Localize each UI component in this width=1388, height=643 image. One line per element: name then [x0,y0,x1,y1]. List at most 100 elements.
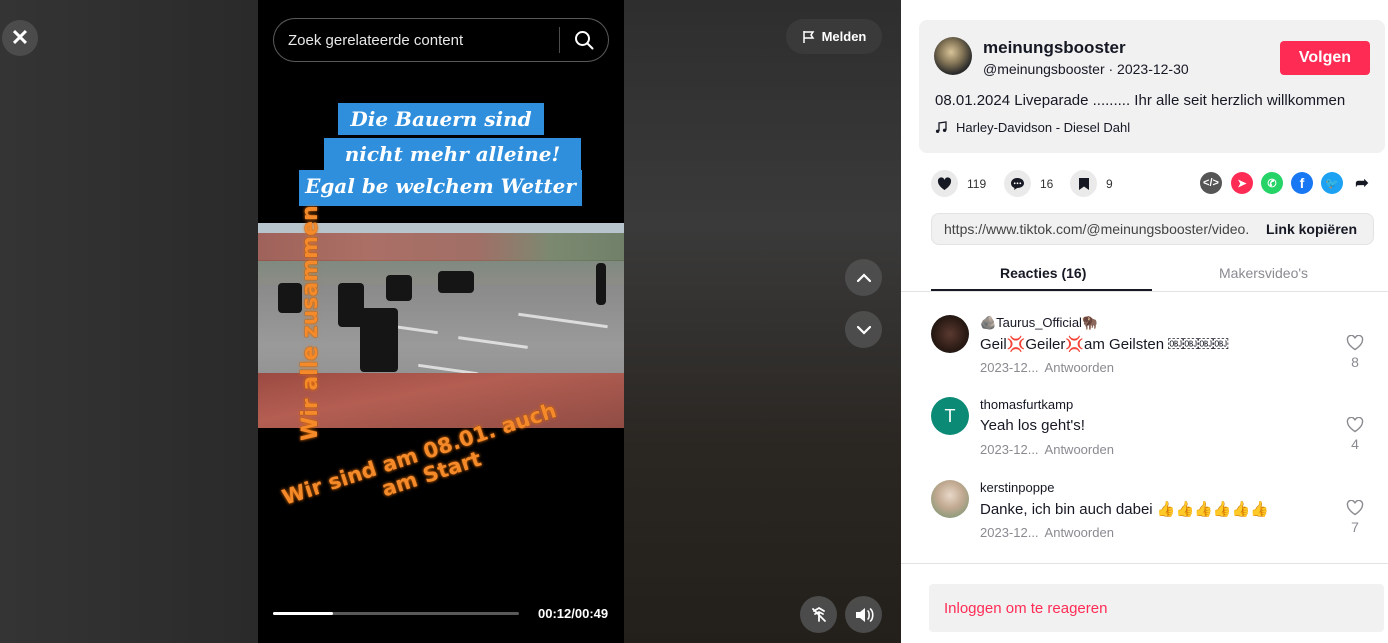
comment-button[interactable] [1004,170,1031,197]
video-player-area: Die Bauern sind nicht mehr alleine! Egal… [0,0,901,643]
video-time: 00:12/00:49 [538,606,609,621]
search-bar [273,18,609,62]
login-to-comment-button[interactable]: Inloggen om te reageren [929,584,1384,632]
comment-date: 2023-12... [980,442,1039,457]
commenter-name[interactable]: kerstinpoppe [980,480,1054,495]
comment-like[interactable]: 8 [1343,334,1367,370]
heart-outline-icon [1346,416,1364,433]
video-description: 08.01.2024 Liveparade ......... Ihr alle… [935,92,1346,109]
caption-line-2: nicht mehr alleine! [324,138,581,170]
heart-outline-icon [1346,499,1364,516]
search-icon [575,31,594,50]
reply-button[interactable]: Antwoorden [1045,525,1114,540]
author-display-name[interactable]: meinungsbooster [983,38,1126,58]
reply-button[interactable]: Antwoorden [1045,442,1114,457]
search-button[interactable] [560,19,608,61]
tiktok-video-page: Die Bauern sind nicht mehr alleine! Egal… [0,0,1388,643]
comment-icon [1011,177,1024,190]
report-label: Melden [821,29,867,44]
more-share-button[interactable]: ➦ [1351,172,1373,194]
comment-count: 16 [1040,176,1054,191]
commenter-avatar[interactable] [931,480,969,518]
commenter-avatar[interactable] [931,315,969,353]
save-action[interactable]: 9 [1070,170,1113,197]
whatsapp-icon: ✆ [1267,177,1277,190]
comment-text: Geil💢Geiler💢am Geilsten ￼￼￼￼ [980,336,1229,353]
caption-line-1: Die Bauern sind [338,103,544,135]
close-button[interactable]: ✕ [2,20,38,56]
tabs-divider [901,291,1388,292]
close-icon: ✕ [10,25,30,50]
comment-date: 2023-12... [980,360,1039,375]
avatar-letter: T [944,405,956,426]
motorcycle [386,275,412,301]
bookmark-icon [1078,177,1089,190]
comment-meta: 2023-12... Antwoorden [980,360,1120,375]
send-icon: ➤ [1237,177,1247,190]
volume-button[interactable] [845,596,882,633]
comment-action[interactable]: 16 [1004,170,1053,197]
music-note-icon [935,121,947,133]
twitter-icon: 🐦 [1325,177,1339,190]
save-count: 9 [1106,176,1113,191]
flag-icon [802,30,814,43]
chevron-up-icon [856,272,871,282]
commenter-avatar[interactable]: T [931,397,969,435]
comment-meta: 2023-12... Antwoorden [980,442,1120,457]
send-to-friends-button[interactable]: ➤ [1231,172,1253,194]
progress-bar[interactable] [273,612,519,615]
like-action[interactable]: 119 [931,170,986,197]
report-button[interactable]: Melden [786,19,882,54]
motorcycle [338,283,364,327]
volume-icon [855,607,874,622]
follow-button[interactable]: Volgen [1280,41,1370,75]
like-count: 119 [967,176,987,191]
motorcycle [360,308,398,372]
comment-like-count: 7 [1351,519,1359,535]
share-arrow-icon: ➦ [1355,175,1369,192]
heart-icon [937,176,952,190]
next-video-button[interactable] [845,311,882,348]
comment-text: Danke, ich bin auch dabei 👍👍👍👍👍👍 [980,501,1269,518]
comment-like[interactable]: 7 [1343,499,1367,535]
comment-date: 2023-12... [980,525,1039,540]
twitter-share-button[interactable]: 🐦 [1321,172,1343,194]
facebook-icon: f [1299,175,1305,191]
motorcycle [438,271,474,293]
share-url[interactable]: https://www.tiktok.com/@meinungsbooster/… [932,221,1250,237]
commenter-name[interactable]: thomasfurtkamp [980,397,1073,412]
like-button[interactable] [931,170,958,197]
previous-video-button[interactable] [845,259,882,296]
progress-fill [273,612,334,615]
save-button[interactable] [1070,170,1097,197]
floating-player-button[interactable] [800,596,837,633]
music-row[interactable]: Harley-Davidson - Diesel Dahl [935,120,1130,135]
floating-player-icon [811,606,826,622]
tab-creator-videos[interactable]: Makersvideo's [1219,265,1308,281]
comment-like[interactable]: 4 [1343,416,1367,452]
heart-outline-icon [1346,334,1364,351]
search-input[interactable] [274,31,559,49]
comment-text: Yeah los geht's! [980,417,1085,434]
video-frame[interactable]: Die Bauern sind nicht mehr alleine! Egal… [258,0,624,643]
embed-icon: </> [1203,177,1219,189]
motorcycle [596,263,606,305]
comment-footer: Inloggen om te reageren [901,563,1388,643]
video-info-card: meinungsbooster @meinungsbooster · 2023-… [919,20,1385,153]
comment-like-count: 8 [1351,354,1359,370]
whatsapp-share-button[interactable]: ✆ [1261,172,1283,194]
author-handle-date: @meinungsbooster · 2023-12-30 [983,61,1189,77]
author-avatar[interactable] [934,37,972,75]
embed-button[interactable]: </> [1200,172,1222,194]
facebook-share-button[interactable]: f [1291,172,1313,194]
music-title: Harley-Davidson - Diesel Dahl [956,120,1131,135]
tab-comments[interactable]: Reacties (16) [1000,265,1086,281]
share-link-box: https://www.tiktok.com/@meinungsbooster/… [931,213,1374,245]
reply-button[interactable]: Antwoorden [1045,360,1114,375]
chevron-down-icon [856,325,871,335]
overlay-text-vertical: Wir alle zusammen [298,205,323,441]
commenter-name[interactable]: 🪨Taurus_Official🦬 [980,315,1098,331]
details-sidebar: meinungsbooster @meinungsbooster · 2023-… [901,0,1388,643]
comment-like-count: 4 [1351,436,1359,452]
copy-link-button[interactable]: Link kopiëren [1250,221,1373,237]
